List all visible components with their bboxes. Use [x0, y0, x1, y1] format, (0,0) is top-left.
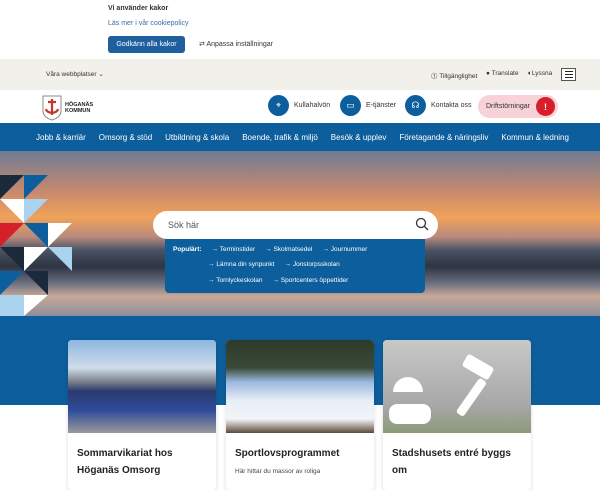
logo[interactable]: HÖGANÄS KOMMUN: [42, 95, 95, 121]
nav-item-boende[interactable]: Boende, trafik & miljö: [242, 133, 318, 142]
card-image-construction: [383, 340, 531, 433]
translate-label: Translate: [491, 70, 519, 77]
headset-icon: ☊: [405, 95, 426, 116]
card-image-staff: [68, 340, 216, 433]
popular-links: Populärt: → Terminstider → Skolmatsedel …: [165, 239, 425, 293]
nav-item-omsorg[interactable]: Omsorg & stöd: [99, 133, 152, 142]
accessibility-icon: ⓵: [431, 73, 440, 80]
customize-label: Anpassa inställningar: [206, 41, 273, 48]
construction-worker-icon: [389, 354, 494, 424]
card-title: Stadshusets entré byggs om: [392, 448, 511, 476]
nav-item-besok[interactable]: Besök & upplev: [331, 133, 387, 142]
customize-settings-button[interactable]: ⇄ Anpassa inställningar: [199, 40, 273, 48]
translate-button[interactable]: ● Translate: [486, 70, 518, 77]
e-services-label: E-tjänster: [366, 102, 396, 109]
devices-icon: ▭: [340, 95, 361, 116]
nav-item-foretagande[interactable]: Företagande & näringsliv: [399, 133, 488, 142]
our-websites-label: Våra webbplatser: [46, 71, 97, 78]
card-text: Här hittar du massor av roliga: [235, 468, 321, 475]
map-pin-icon: ⌖: [268, 95, 289, 116]
news-card[interactable]: Stadshusets entré byggs om: [383, 340, 531, 490]
popular-link[interactable]: → Jonstorpsskolan: [285, 261, 340, 268]
popular-label: Populärt:: [173, 246, 202, 253]
popular-link[interactable]: → Journummer: [322, 246, 367, 253]
popular-link[interactable]: → Skolmatsedel: [265, 246, 312, 253]
kullahalvon-label: Kullahalvön: [294, 102, 331, 109]
card-title: Sportlovsprogrammet: [235, 448, 340, 459]
search-input[interactable]: Sök här: [153, 211, 438, 239]
cookie-policy-link[interactable]: Läs mer i vår cookiepolicy: [108, 20, 189, 27]
listen-label: Lyssna: [531, 70, 553, 77]
e-services-button[interactable]: ▭ E-tjänster: [340, 95, 396, 116]
card-image-snow: [226, 340, 374, 433]
accessibility-label: Tillgänglighet: [439, 73, 478, 80]
nav-item-utbildning[interactable]: Utbildning & skola: [165, 133, 229, 142]
news-card[interactable]: Sportlovsprogrammet Här hittar du massor…: [226, 340, 374, 490]
news-card[interactable]: Sommarvikariat hos Höganäs Omsorg: [68, 340, 216, 490]
popular-link[interactable]: → Sportcenters öppettider: [272, 277, 348, 284]
search-placeholder: Sök här: [168, 220, 200, 230]
popular-link[interactable]: → Lämna din synpunkt: [208, 261, 275, 268]
contact-button[interactable]: ☊ Kontakta oss: [405, 95, 471, 116]
anchor-crest-icon: [42, 95, 62, 121]
kullahalvon-button[interactable]: ⌖ Kullahalvön: [268, 95, 330, 116]
nav-item-jobb[interactable]: Jobb & karriär: [36, 133, 86, 142]
main-nav: Jobb & karriär Omsorg & stöd Utbildning …: [0, 123, 600, 151]
menu-button[interactable]: [561, 68, 576, 81]
search-icon[interactable]: [415, 217, 429, 231]
disruptions-button[interactable]: Driftstörningar!: [478, 95, 558, 118]
our-websites-button[interactable]: Våra webbplatser ⌄: [46, 70, 104, 78]
triangle-pattern: [0, 175, 72, 316]
warning-icon: !: [536, 97, 555, 116]
listen-button[interactable]: 🔈︎Lyssna: [528, 70, 552, 78]
card-title: Sommarvikariat hos Höganäs Omsorg: [77, 448, 173, 476]
popular-link[interactable]: → Terminstider: [212, 246, 256, 253]
contact-label: Kontakta oss: [431, 102, 472, 109]
cookie-title: Vi använder kakor: [108, 5, 169, 12]
popular-link[interactable]: → Tornlyckeskolan: [208, 277, 262, 284]
nav-item-kommun[interactable]: Kommun & ledning: [501, 133, 569, 142]
chevron-down-icon: ⌄: [98, 71, 104, 78]
logo-text: HÖGANÄS KOMMUN: [65, 102, 94, 114]
disruptions-label: Driftstörningar: [486, 103, 530, 110]
accept-cookies-button[interactable]: Godkänn alla kakor: [108, 36, 185, 53]
accessibility-button[interactable]: ⓵ Tillgänglighet: [431, 70, 477, 80]
